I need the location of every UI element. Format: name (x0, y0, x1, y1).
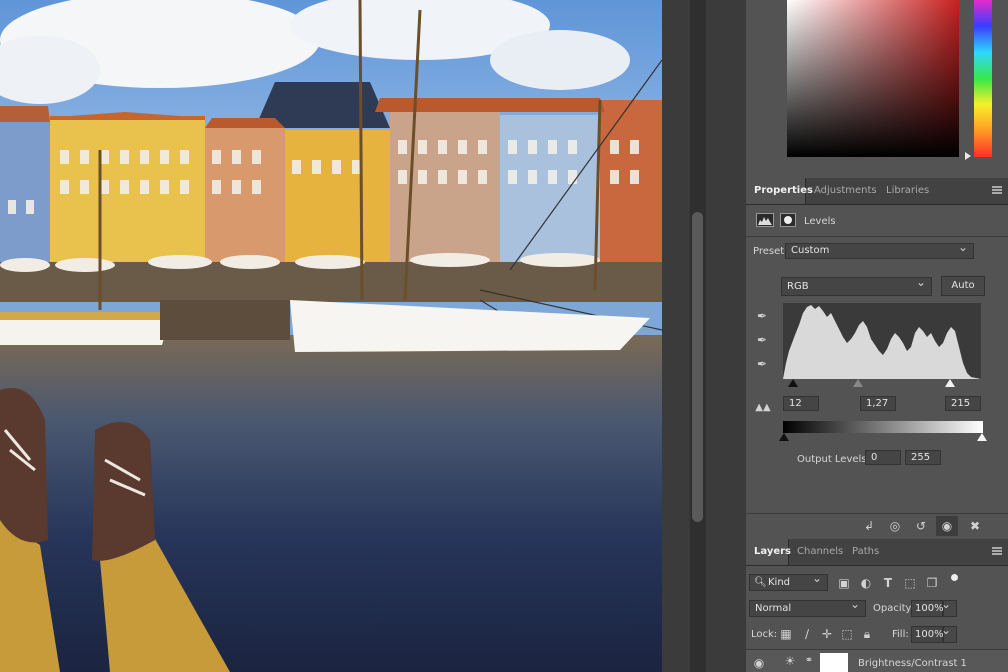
auto-button[interactable]: Auto (941, 276, 985, 296)
blend-mode-dropdown[interactable]: Normal (749, 597, 866, 617)
output-black-slider-icon[interactable] (779, 433, 789, 441)
fill-dropdown-button[interactable] (941, 623, 957, 643)
channel-dropdown[interactable]: RGB (781, 274, 932, 296)
output-black-value[interactable]: 0 (865, 450, 901, 465)
tab-properties[interactable]: Properties (746, 178, 813, 204)
filter-type-icon[interactable]: T (881, 576, 895, 590)
search-icon: 🔍︎ (754, 577, 767, 588)
panel-menu-icon[interactable] (992, 186, 1002, 194)
layer-name: Brightness/Contrast 1 (858, 658, 967, 669)
mask-link-icon[interactable]: ⚭ (804, 654, 814, 668)
canvas-scroll-thumb[interactable] (692, 212, 703, 522)
filter-smart-object-icon[interactable]: ❐ (925, 576, 939, 590)
levels-histogram (783, 303, 981, 379)
tab-channels[interactable]: Channels (789, 539, 844, 565)
tab-layers[interactable]: Layers (746, 539, 791, 565)
input-black-slider-icon[interactable] (788, 379, 798, 387)
opacity-input[interactable]: 100% (911, 600, 944, 617)
color-picker-field[interactable] (787, 0, 959, 157)
filter-adjustment-icon[interactable]: ◐ (859, 576, 873, 590)
properties-tabbar: Properties Adjustments Libraries (746, 178, 1008, 205)
canvas-photo (0, 0, 662, 672)
white-point-eyedropper-icon[interactable]: ✒ (754, 357, 770, 371)
opacity-label: Opacity: (873, 603, 915, 614)
gray-point-eyedropper-icon[interactable]: ✒ (754, 333, 770, 347)
clip-to-layer-icon[interactable]: ↲ (860, 519, 878, 533)
reset-icon[interactable]: ↺ (912, 519, 930, 533)
filter-pixel-icon[interactable]: ▣ (837, 576, 851, 590)
lock-label: Lock: (751, 629, 778, 640)
delete-icon[interactable]: ✖ (966, 519, 984, 533)
tab-libraries[interactable]: Libraries (878, 178, 940, 204)
input-white-value[interactable]: 215 (945, 396, 981, 411)
input-black-value[interactable]: 12 (783, 396, 819, 411)
hue-slider-marker-icon[interactable] (965, 152, 971, 160)
preset-dropdown[interactable]: Custom (785, 240, 974, 259)
clipping-warning-icon[interactable]: ▲▲ (752, 401, 774, 415)
input-gray-slider-icon[interactable] (853, 379, 863, 387)
layers-menu-icon[interactable] (992, 547, 1002, 555)
lock-position-icon[interactable]: ✛ (820, 627, 834, 641)
visibility-icon[interactable]: ◉ (938, 519, 956, 533)
output-white-slider-icon[interactable] (977, 433, 987, 441)
preset-label: Preset: (753, 246, 788, 257)
lock-artboard-icon[interactable]: ⬚ (840, 627, 854, 641)
tab-adjustments[interactable]: Adjustments (806, 178, 878, 204)
input-gamma-value[interactable]: 1,27 (860, 396, 896, 411)
output-levels-label: Output Levels: (797, 454, 870, 465)
filter-shape-icon[interactable]: ⬚ (903, 576, 917, 590)
filter-kind-value: Kind (768, 577, 791, 588)
input-white-slider-icon[interactable] (945, 379, 955, 387)
lock-image-pixels-icon[interactable]: ∕ (800, 627, 814, 641)
layers-tabbar: Layers Channels Paths (746, 539, 1008, 566)
adjustment-title: Levels (804, 216, 836, 227)
layer-mask-icon[interactable] (780, 213, 796, 227)
filter-kind-dropdown[interactable]: 🔍︎ Kind (749, 571, 828, 591)
levels-adjustment-icon (756, 213, 774, 227)
layer-visibility-icon[interactable]: ◉ (752, 656, 766, 670)
lock-all-icon[interactable]: 🔒︎ (860, 627, 874, 641)
output-white-value[interactable]: 255 (905, 450, 941, 465)
output-levels-gradient (783, 421, 983, 433)
tab-paths[interactable]: Paths (844, 539, 884, 565)
opacity-dropdown-button[interactable] (941, 597, 957, 617)
layer-row[interactable]: ◉ ☀ ⚭ Brightness/Contrast 1 (746, 650, 1008, 672)
lock-transparent-pixels-icon[interactable]: ▦ (779, 627, 793, 641)
layer-mask-thumbnail[interactable] (820, 653, 848, 672)
document-canvas[interactable] (0, 0, 662, 672)
right-panel-dock: Properties Adjustments Libraries Levels … (746, 0, 1008, 672)
view-previous-state-icon[interactable]: ◎ (886, 519, 904, 533)
fill-label: Fill: (892, 629, 909, 640)
brightness-adjustment-icon: ☀ (784, 654, 796, 668)
filter-toggle-icon[interactable] (951, 574, 958, 581)
hue-slider[interactable] (974, 0, 992, 157)
black-point-eyedropper-icon[interactable]: ✒ (754, 309, 770, 323)
fill-input[interactable]: 100% (911, 626, 944, 643)
